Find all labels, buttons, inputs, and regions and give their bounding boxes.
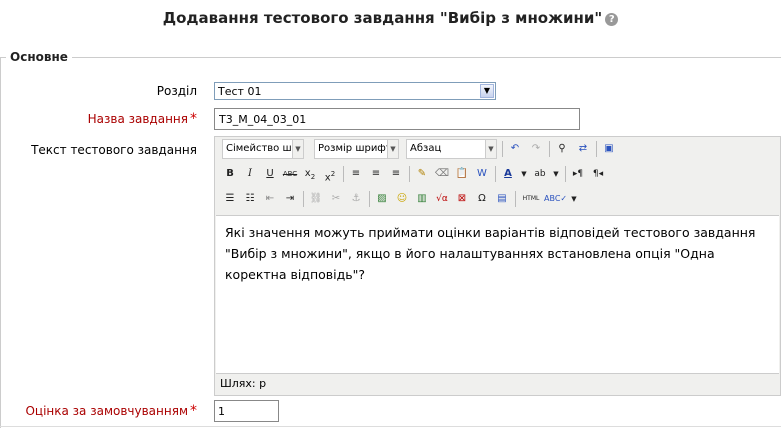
strikethrough-icon[interactable]: ABC (280, 164, 300, 184)
text-color-icon[interactable]: A (498, 164, 518, 184)
numbered-list-icon[interactable]: ☷ (240, 189, 260, 209)
chevron-down-icon[interactable]: ▼ (568, 189, 580, 209)
category-select[interactable]: Тест 01 ▼ (214, 82, 496, 100)
chevron-down-icon: ▼ (292, 140, 303, 158)
editor-content-area[interactable]: Які значення можуть приймати оцінки варі… (216, 215, 779, 374)
required-icon: * (190, 111, 197, 127)
equation-icon[interactable]: √α (432, 189, 452, 209)
rtl-icon[interactable]: ¶◂ (588, 164, 608, 184)
unlink-icon[interactable]: ✂ (326, 189, 346, 209)
toolbar-separator (343, 166, 344, 182)
anchor-icon[interactable]: ⚓ (346, 189, 366, 209)
default-grade-input[interactable] (214, 400, 279, 422)
no-autolink-icon[interactable]: ⊠ (452, 189, 472, 209)
spellcheck-icon[interactable]: ABC✓ (544, 189, 567, 209)
indent-icon[interactable]: ⇥ (280, 189, 300, 209)
superscript-icon[interactable]: x2 (320, 164, 340, 184)
name-label: Назва завдання * (88, 111, 197, 127)
replace-icon[interactable]: ⇄ (573, 139, 593, 159)
toolbar-separator (303, 191, 304, 207)
category-select-value: Тест 01 (218, 85, 262, 98)
required-icon: * (190, 403, 197, 419)
chevron-down-icon[interactable]: ▼ (480, 84, 494, 98)
eraser-icon[interactable]: ⌫ (432, 164, 452, 184)
section-legend: Основне (6, 50, 72, 64)
image-icon[interactable]: ▨ (372, 189, 392, 209)
fieldset-left-border (0, 57, 1, 428)
help-icon[interactable]: ? (605, 13, 619, 26)
chevron-down-icon: ▼ (485, 140, 496, 158)
special-char-icon[interactable]: Ω (472, 189, 492, 209)
page-title: Додавання тестового завдання "Вибір з мн… (0, 9, 781, 27)
ltr-icon[interactable]: ▸¶ (568, 164, 588, 184)
name-label-text: Назва завдання (87, 112, 188, 126)
media-icon[interactable]: ▥ (412, 189, 432, 209)
link-icon[interactable]: ⛓ (306, 189, 326, 209)
toolbar-separator (565, 166, 566, 182)
format-select[interactable]: Абзац ▼ (406, 139, 497, 159)
align-center-icon[interactable]: ≡ (366, 164, 386, 184)
redo-icon[interactable]: ↷ (526, 139, 546, 159)
insert-table-icon[interactable]: ▤ (492, 189, 512, 209)
paste-word-icon[interactable]: W (472, 164, 492, 184)
toolbar-separator (502, 141, 503, 157)
chevron-down-icon[interactable]: ▼ (518, 164, 530, 184)
question-name-input[interactable] (214, 108, 580, 130)
chevron-down-icon[interactable]: ▼ (550, 164, 562, 184)
undo-icon[interactable]: ↶ (505, 139, 525, 159)
find-icon[interactable]: ⚲ (552, 139, 572, 159)
question-text-label: Текст тестового завдання (31, 143, 197, 157)
bullet-list-icon[interactable]: ☰ (220, 189, 240, 209)
editor-path-bar: Шлях: p (220, 377, 267, 390)
fieldset-border (0, 57, 781, 58)
italic-icon[interactable]: I (240, 164, 260, 184)
category-label: Розділ (156, 84, 197, 98)
outdent-icon[interactable]: ⇤ (260, 189, 280, 209)
font-size-select[interactable]: Розмір шрифта ▼ (314, 139, 399, 159)
divider (0, 426, 781, 427)
toolbar-separator (515, 191, 516, 207)
toolbar-separator (549, 141, 550, 157)
grade-label: Оцінка за замовчуванням * (25, 403, 197, 419)
toolbar-separator (409, 166, 410, 182)
toolbar-separator (369, 191, 370, 207)
html-editor: Сімейство шри ▼ Розмір шрифта ▼ Абзац ▼ ↶ ↷… (214, 136, 781, 396)
editor-content-text: Які значення можуть приймати оцінки варі… (225, 225, 756, 282)
clean-format-icon[interactable]: ✎ (412, 164, 432, 184)
page-title-text: Додавання тестового завдання "Вибір з мн… (162, 9, 603, 27)
format-value: Абзац (410, 143, 442, 154)
toolbar-separator (495, 166, 496, 182)
emoticon-icon[interactable]: ☺ (392, 189, 412, 209)
toolbar-separator (596, 141, 597, 157)
fullscreen-icon[interactable]: ▣ (599, 139, 619, 159)
align-left-icon[interactable]: ≡ (346, 164, 366, 184)
align-right-icon[interactable]: ≡ (386, 164, 406, 184)
font-family-select[interactable]: Сімейство шри ▼ (222, 139, 304, 159)
html-source-icon[interactable]: HTML (518, 189, 544, 209)
grade-label-text: Оцінка за замовчуванням (25, 404, 188, 418)
paste-text-icon[interactable]: 📋 (452, 164, 472, 184)
underline-icon[interactable]: U (260, 164, 280, 184)
bold-icon[interactable]: B (220, 164, 240, 184)
chevron-down-icon: ▼ (387, 140, 398, 158)
font-size-value: Розмір шрифта (318, 143, 398, 154)
highlight-color-icon[interactable]: ab (530, 164, 550, 184)
subscript-icon[interactable]: x2 (300, 164, 320, 184)
